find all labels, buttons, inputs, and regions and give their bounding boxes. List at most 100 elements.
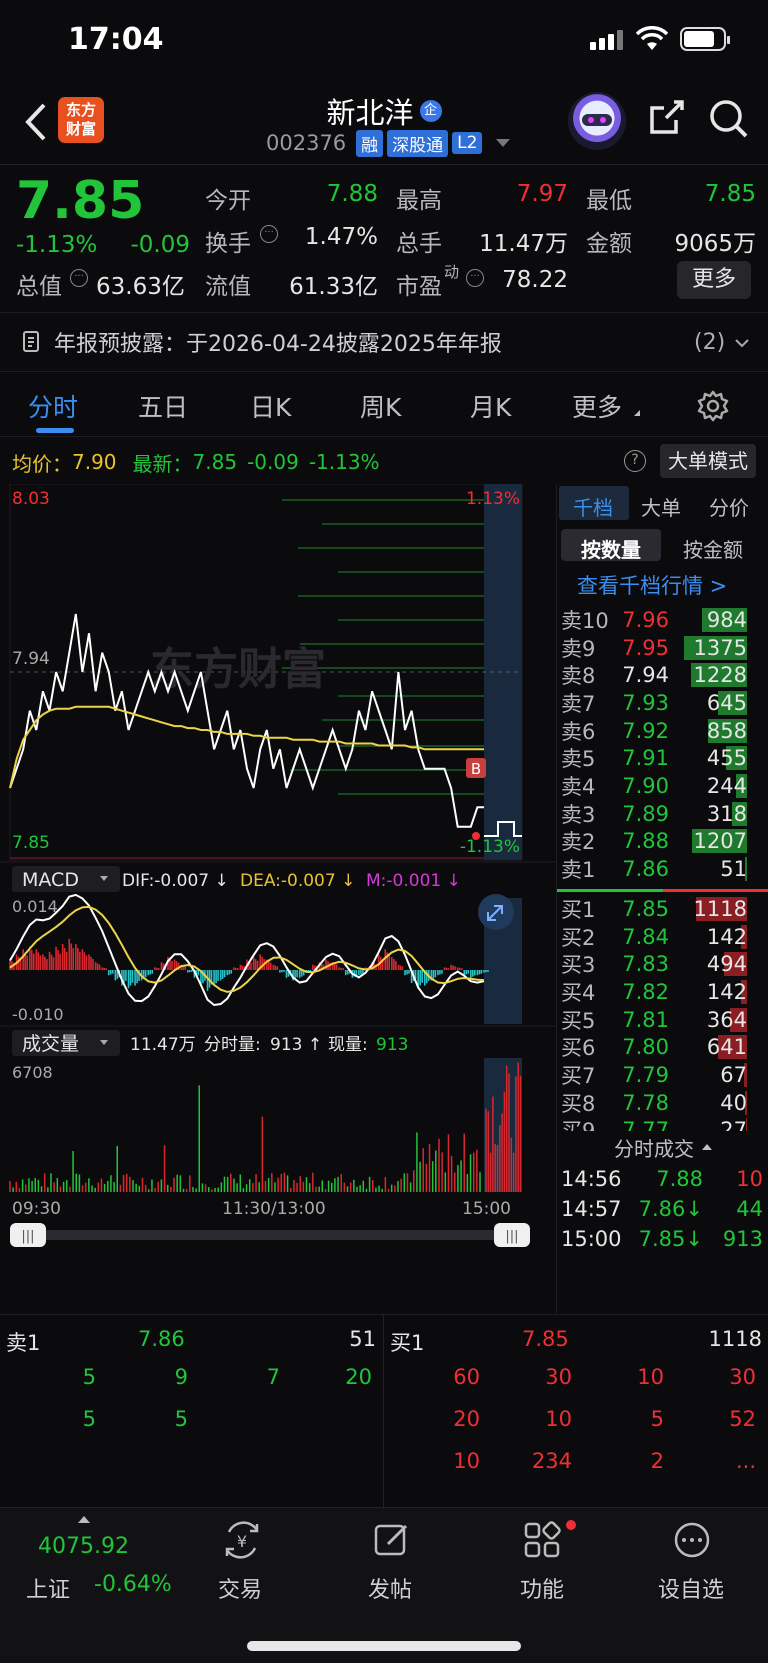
tick-price: 7.85↓: [638, 1227, 703, 1251]
bid-level[interactable]: 买3 7.83 494: [561, 950, 767, 978]
bid-level[interactable]: 买4 7.82 142: [561, 978, 767, 1006]
ask-level[interactable]: 卖1 7.86 51: [561, 855, 767, 883]
bid-level-label: 买3: [561, 953, 596, 978]
ask-level[interactable]: 卖9 7.95 1375: [561, 634, 767, 662]
y-label-top: 8.03: [12, 489, 50, 509]
queue-panel: 卖1 7.86 51 买1 7.85 1118 5 9 7 20 5 5 60 30 10 30…: [0, 1315, 768, 1507]
volume-y-top: 6708: [12, 1063, 53, 1082]
ticks-header[interactable]: 分时成交: [557, 1132, 768, 1162]
ask-level[interactable]: 卖4 7.90 244: [561, 772, 767, 800]
share-icon[interactable]: [646, 98, 686, 138]
queue-order: 234: [531, 1449, 572, 1473]
big-order-mode-button[interactable]: 大单模式: [660, 444, 756, 478]
nav-functions-label[interactable]: 功能: [520, 1572, 564, 1604]
ask-level-label: 卖2: [561, 830, 596, 855]
ask-level-qty: 984: [669, 607, 747, 632]
volume-minute-label: 分时量:: [204, 1035, 261, 1055]
macd-dea: DEA:-0.007 ↓: [240, 871, 355, 891]
functions-icon[interactable]: [522, 1520, 562, 1560]
queue-ask-label: 卖1: [6, 1331, 41, 1355]
bid-level[interactable]: 买5 7.81 364: [561, 1006, 767, 1034]
queue-bid-price: 7.85: [522, 1327, 569, 1351]
last-price: 7.85: [16, 171, 145, 231]
ask-level[interactable]: 卖3 7.89 318: [561, 800, 767, 828]
ask-level-price: 7.92: [622, 718, 669, 743]
pct-label-bottom: -1.13%: [460, 837, 520, 857]
tick-price: 7.88: [656, 1167, 703, 1191]
info-icon[interactable]: ···: [70, 269, 88, 287]
index-pct[interactable]: -0.64%: [94, 1572, 172, 1597]
ask-level-price: 7.91: [622, 746, 669, 771]
ask-level-price: 7.93: [622, 690, 669, 715]
ask-level[interactable]: 卖8 7.94 1228: [561, 661, 767, 689]
amount-value: 9065万: [674, 231, 756, 257]
notice-label: 年报预披露：: [54, 332, 187, 357]
tick-time: 15:00: [561, 1227, 622, 1251]
tab-daily[interactable]: 日K: [250, 388, 291, 424]
ob-view-1000-link[interactable]: 查看千档行情 >: [577, 570, 727, 600]
ask-level-qty: 1375: [669, 635, 747, 660]
tick-row: 14:56 7.88 10: [561, 1164, 767, 1194]
home-indicator: [247, 1641, 521, 1651]
ob-tab-1000[interactable]: 千档: [573, 492, 613, 521]
nav-trade-label[interactable]: 交易: [218, 1572, 262, 1604]
tab-monthly[interactable]: 月K: [470, 388, 511, 424]
bid-level[interactable]: 买9 7.7727: [561, 1117, 767, 1131]
queue-order: 20: [453, 1407, 480, 1431]
more-button[interactable]: 更多: [677, 261, 751, 299]
settings-icon[interactable]: [697, 390, 729, 422]
queue-order: 5: [82, 1407, 96, 1431]
ask-level-price: 7.90: [622, 773, 669, 798]
ob-tab-price[interactable]: 分价: [709, 492, 749, 521]
float-label: 流值: [205, 274, 251, 300]
tick-price: 7.86↓: [638, 1197, 703, 1221]
bottom-nav: 4075.92 上证 -0.64% ¥ 交易 发帖 功能 设自选: [0, 1508, 768, 1663]
low-label: 最低: [586, 188, 632, 214]
info-icon[interactable]: ···: [260, 225, 278, 243]
bid-level[interactable]: 买6 7.80 641: [561, 1033, 767, 1061]
tab-more[interactable]: 更多: [572, 388, 622, 424]
ask-level-qty: 645: [706, 690, 747, 715]
notice-bar[interactable]: 年报预披露： 于2026-04-24披露2025年年报 (2): [0, 313, 768, 371]
ask-level[interactable]: 卖7 7.93 645: [561, 689, 767, 717]
intraday-chart[interactable]: 8.03 7.94 7.85 1.13% -1.13% 东方财富 B MACD DIF:-0.0…: [0, 484, 556, 1314]
robot-avatar[interactable]: [568, 92, 626, 150]
trade-icon[interactable]: ¥: [221, 1520, 263, 1560]
bid-level[interactable]: 买1 7.85 1118: [561, 895, 767, 923]
clock: 17:04: [68, 22, 164, 57]
nav-post-label[interactable]: 发帖: [368, 1572, 412, 1604]
index-name[interactable]: 上证: [26, 1572, 70, 1604]
bid-level-label: 买4: [561, 980, 596, 1005]
document-icon: [23, 331, 39, 352]
ob-tab-big[interactable]: 大单: [641, 492, 681, 521]
volume-minute: 913 ↑: [270, 1035, 322, 1055]
ask-level[interactable]: 卖6 7.92 858: [561, 717, 767, 745]
nav-watchlist-label[interactable]: 设自选: [658, 1572, 724, 1604]
tab-weekly[interactable]: 周K: [360, 388, 401, 424]
index-value[interactable]: 4075.92: [38, 1534, 129, 1559]
tab-intraday[interactable]: 分时: [28, 388, 78, 424]
ask-level-price: 7.86: [622, 857, 669, 882]
search-icon[interactable]: [708, 98, 750, 140]
caret-down-icon[interactable]: [496, 139, 511, 147]
bid-level[interactable]: 买7 7.79 67: [561, 1061, 767, 1089]
tab-5day[interactable]: 五日: [138, 388, 188, 424]
ask-level[interactable]: 卖5 7.91 455: [561, 744, 767, 772]
ask-level[interactable]: 卖10 7.96 984: [561, 606, 767, 634]
bid-level[interactable]: 买2 7.84 142: [561, 923, 767, 951]
add-watchlist-icon[interactable]: [672, 1520, 712, 1560]
ob-subtab-qty[interactable]: 按数量: [581, 534, 641, 563]
macd-y-bottom: -0.010: [12, 1005, 64, 1024]
help-icon[interactable]: ?: [624, 450, 646, 472]
queue-order: 9: [174, 1365, 188, 1389]
post-icon[interactable]: [372, 1520, 412, 1560]
ask-level-qty: 1207: [692, 829, 747, 854]
bid-level-label: 买1: [561, 897, 596, 922]
ob-subtab-amount[interactable]: 按金额: [683, 534, 743, 563]
ask-level[interactable]: 卖2 7.88 1207: [561, 828, 767, 856]
bid-level[interactable]: 买8 7.78 40: [561, 1089, 767, 1117]
ask-level-qty: 51: [720, 857, 747, 882]
ask-level-label: 卖3: [561, 802, 596, 827]
svg-text:¥: ¥: [237, 1532, 247, 1551]
queue-bid-label: 买1: [390, 1331, 425, 1355]
